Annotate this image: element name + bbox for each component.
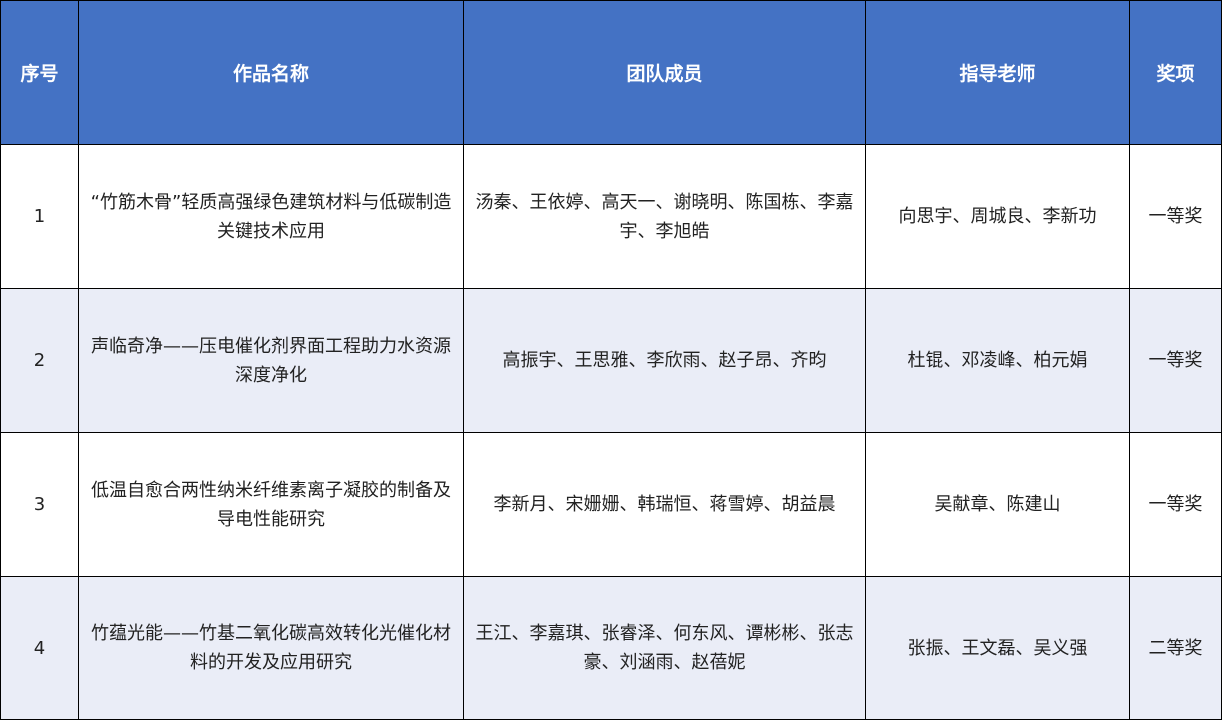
- cell-no: 3: [0, 432, 79, 577]
- table-row: 3 低温自愈合两性纳米纤维素离子凝胶的制备及导电性能研究 李新月、宋姗姗、韩瑞恒…: [0, 432, 1222, 577]
- cell-award: 二等奖: [1129, 576, 1222, 720]
- cell-advisors: 吴献章、陈建山: [865, 432, 1130, 577]
- cell-award: 一等奖: [1129, 144, 1222, 289]
- cell-award: 一等奖: [1129, 288, 1222, 433]
- cell-award: 一等奖: [1129, 432, 1222, 577]
- cell-title: 声临奇净——压电催化剂界面工程助力水资源深度净化: [78, 288, 464, 433]
- cell-title: 竹蕴光能——竹基二氧化碳高效转化光催化材料的开发及应用研究: [78, 576, 464, 720]
- cell-no: 2: [0, 288, 79, 433]
- table-row: 4 竹蕴光能——竹基二氧化碳高效转化光催化材料的开发及应用研究 王江、李嘉琪、张…: [0, 576, 1222, 720]
- cell-title: 低温自愈合两性纳米纤维素离子凝胶的制备及导电性能研究: [78, 432, 464, 577]
- table-row: 2 声临奇净——压电催化剂界面工程助力水资源深度净化 高振宇、王思雅、李欣雨、赵…: [0, 288, 1222, 433]
- cell-advisors: 张振、王文磊、吴义强: [865, 576, 1130, 720]
- cell-advisors: 杜锟、邓凌峰、柏元娟: [865, 288, 1130, 433]
- table-row: 1 “竹筋木骨”轻质高强绿色建筑材料与低碳制造关键技术应用 汤秦、王依婷、高天一…: [0, 144, 1222, 289]
- table-body: 1 “竹筋木骨”轻质高强绿色建筑材料与低碳制造关键技术应用 汤秦、王依婷、高天一…: [0, 144, 1222, 720]
- cell-title: “竹筋木骨”轻质高强绿色建筑材料与低碳制造关键技术应用: [78, 144, 464, 289]
- cell-no: 4: [0, 576, 79, 720]
- header-title: 作品名称: [78, 0, 464, 145]
- cell-members: 汤秦、王依婷、高天一、谢晓明、陈国栋、李嘉宇、李旭皓: [463, 144, 866, 289]
- header-row: 序号 作品名称 团队成员 指导老师 奖项: [0, 0, 1222, 145]
- header-no: 序号: [0, 0, 79, 145]
- header-award: 奖项: [1129, 0, 1222, 145]
- cell-no: 1: [0, 144, 79, 289]
- awards-table: 序号 作品名称 团队成员 指导老师 奖项 1 “竹筋木骨”轻质高强绿色建筑材料与…: [0, 0, 1222, 720]
- table-header: 序号 作品名称 团队成员 指导老师 奖项: [0, 0, 1222, 145]
- cell-advisors: 向思宇、周城良、李新功: [865, 144, 1130, 289]
- cell-members: 王江、李嘉琪、张睿泽、何东风、谭彬彬、张志豪、刘涵雨、赵蓓妮: [463, 576, 866, 720]
- cell-members: 李新月、宋姗姗、韩瑞恒、蒋雪婷、胡益晨: [463, 432, 866, 577]
- header-advisors: 指导老师: [865, 0, 1130, 145]
- cell-members: 高振宇、王思雅、李欣雨、赵子昂、齐昀: [463, 288, 866, 433]
- header-members: 团队成员: [463, 0, 866, 145]
